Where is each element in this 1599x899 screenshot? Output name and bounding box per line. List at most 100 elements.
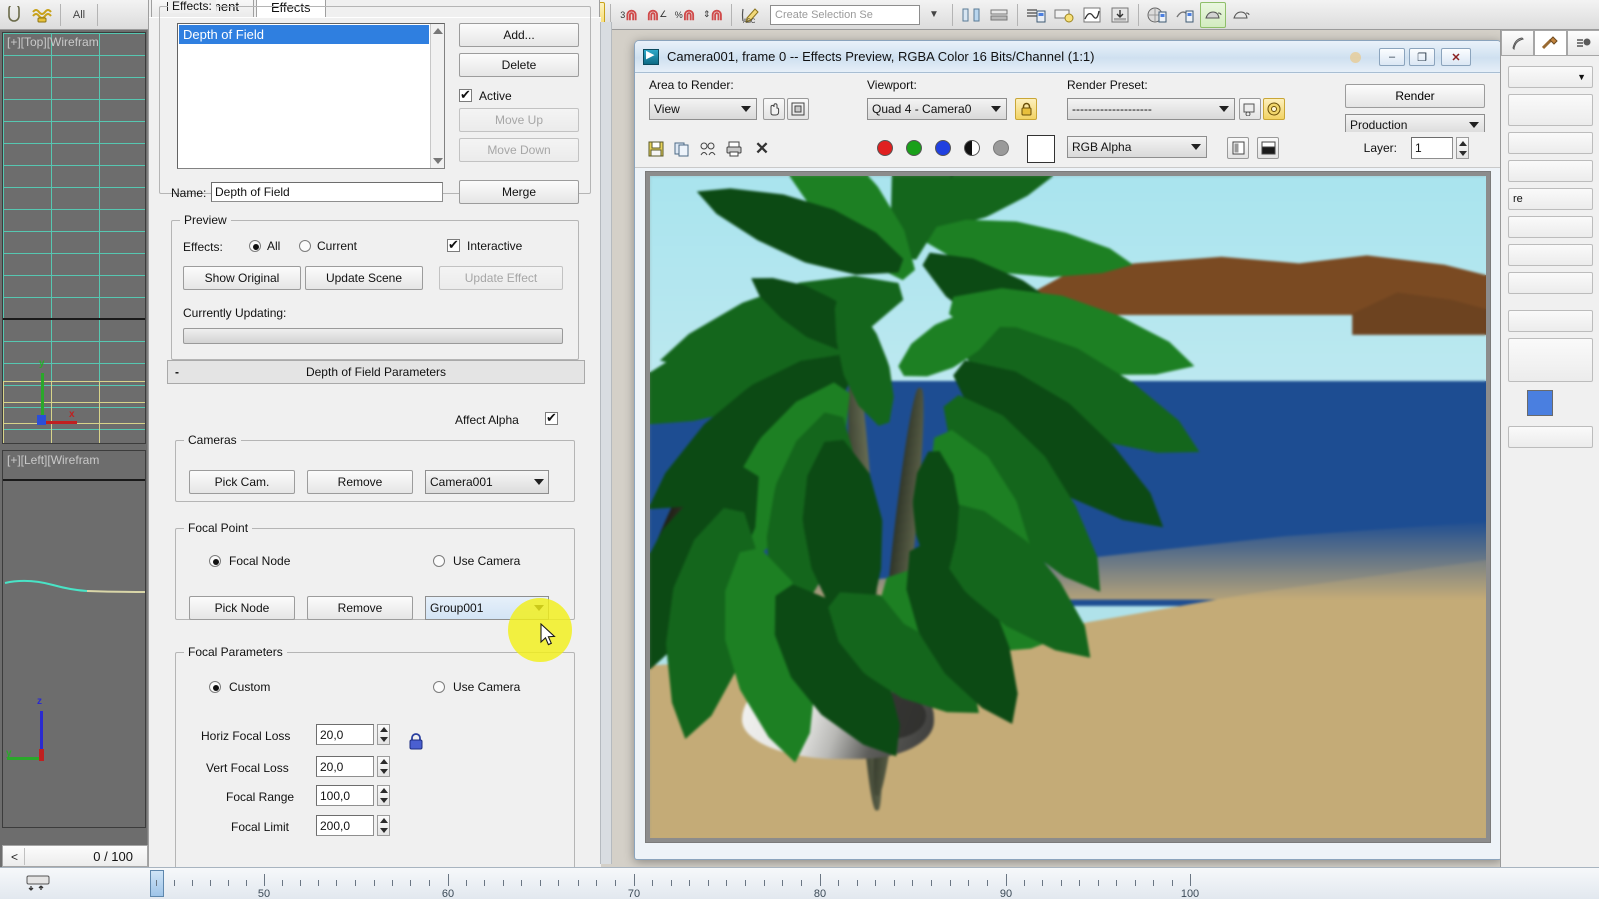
command-panel-row[interactable] — [1508, 244, 1593, 266]
percent-snap-toggle-icon[interactable]: % ⋒ — [672, 2, 698, 28]
mirror-icon[interactable] — [958, 2, 984, 28]
scene-vertical-scrollbar[interactable] — [600, 22, 612, 864]
camera-dropdown[interactable]: Camera001 — [425, 470, 549, 494]
clone-icon[interactable] — [697, 138, 719, 160]
radio-effects-all[interactable] — [249, 240, 261, 252]
snap-toggle-3d-icon[interactable]: 3 ⋒ — [616, 2, 642, 28]
rendered-frame-window-icon[interactable] — [1228, 2, 1254, 28]
chevron-down-icon[interactable] — [534, 479, 544, 485]
active-checkbox[interactable] — [459, 87, 472, 102]
red-channel-toggle[interactable] — [877, 140, 893, 156]
copy-icon[interactable] — [671, 138, 693, 160]
angle-snap-toggle-icon[interactable]: ⋒ ∠ — [644, 2, 670, 28]
modifier-list-dropdown[interactable]: ▼ — [1508, 66, 1593, 88]
print-icon[interactable] — [723, 138, 745, 160]
chevron-down-icon[interactable] — [1469, 122, 1479, 128]
list-item[interactable]: Depth of Field — [179, 25, 429, 44]
radio-focal-use-camera[interactable] — [433, 555, 445, 567]
radio-custom[interactable] — [209, 681, 221, 693]
align-icon[interactable] — [986, 2, 1012, 28]
snaps-toggle-icon[interactable] — [1, 2, 27, 28]
viewport-top[interactable]: y x [+][Top][Wirefram — [2, 32, 146, 444]
layer-input[interactable]: 1 — [1411, 137, 1453, 159]
command-panel-row[interactable] — [1508, 310, 1593, 332]
affect-alpha-checkbox[interactable] — [545, 410, 558, 425]
command-panel-row-labeled[interactable]: re — [1508, 188, 1593, 210]
rollout-collapse-icon[interactable]: - — [175, 365, 179, 379]
focal-limit-input[interactable]: 200,0 — [316, 815, 374, 836]
remove-node-button[interactable]: Remove — [307, 596, 413, 620]
delete-effect-button[interactable]: Delete — [459, 53, 579, 77]
named-selection-sets-icon[interactable]: All — [66, 2, 92, 28]
chevron-down-icon[interactable]: ▼ — [921, 2, 947, 28]
prev-frame-button[interactable]: < — [5, 848, 25, 865]
toggle-ui-overlay-icon[interactable] — [1227, 137, 1249, 159]
chevron-down-icon[interactable] — [534, 605, 544, 611]
show-original-button[interactable]: Show Original — [183, 266, 301, 290]
lock-icon[interactable] — [1015, 98, 1037, 120]
effects-list-scrollbar[interactable] — [430, 24, 444, 168]
clear-x-icon[interactable]: ✕ — [751, 138, 773, 160]
close-button[interactable]: ✕ — [1441, 48, 1471, 66]
move-up-button[interactable]: Move Up — [459, 108, 579, 132]
material-editor-icon[interactable] — [1144, 2, 1170, 28]
scroll-up-icon[interactable] — [432, 28, 443, 34]
modify-tab[interactable] — [1534, 30, 1567, 56]
material-map-browser-icon[interactable] — [1172, 2, 1198, 28]
radio-params-use-camera[interactable] — [433, 681, 445, 693]
alpha-swatch[interactable] — [1027, 135, 1055, 163]
curve-editor-icon[interactable] — [1079, 2, 1105, 28]
channel-dropdown[interactable]: RGB Alpha — [1067, 136, 1207, 158]
light-lister-icon[interactable] — [1051, 2, 1077, 28]
command-panel-row[interactable] — [1508, 216, 1593, 238]
area-to-render-dropdown[interactable]: View — [649, 98, 757, 120]
command-panel-row[interactable] — [1508, 132, 1593, 154]
interactive-checkbox[interactable] — [447, 237, 460, 252]
pick-node-button[interactable]: Pick Node — [189, 596, 295, 620]
radio-focal-node[interactable] — [209, 555, 221, 567]
focal-limit-spinner[interactable] — [377, 815, 390, 836]
viewport-left[interactable]: z y [+][Left][Wirefram — [2, 450, 146, 828]
scroll-down-icon[interactable] — [432, 158, 443, 164]
horiz-focal-loss-input[interactable]: 20,0 — [316, 724, 374, 745]
render-preset-dropdown[interactable]: -------------------- — [1067, 98, 1235, 120]
rendered-image[interactable] — [650, 176, 1486, 838]
horiz-focal-loss-spinner[interactable] — [377, 724, 390, 745]
command-panel-row[interactable] — [1508, 338, 1593, 382]
create-tab[interactable] — [1501, 30, 1534, 56]
minimize-button[interactable]: – — [1379, 48, 1405, 66]
effect-name-input[interactable]: Depth of Field — [211, 182, 443, 202]
viewport-dropdown[interactable]: Quad 4 - Camera0 — [867, 98, 1007, 120]
update-effect-button[interactable]: Update Effect — [439, 266, 563, 290]
vert-focal-loss-input[interactable]: 20,0 — [316, 756, 374, 777]
radio-effects-current[interactable] — [299, 240, 311, 252]
spinner-snap-toggle-icon[interactable]: ⇕ ⋒ — [700, 2, 726, 28]
environment-icon[interactable] — [1263, 98, 1285, 120]
render-window-titlebar[interactable]: Camera001, frame 0 -- Effects Preview, R… — [635, 41, 1501, 73]
toggle-background-icon[interactable] — [1257, 137, 1279, 159]
render-setup-icon[interactable] — [1200, 1, 1226, 28]
add-effect-button[interactable]: Add... — [459, 23, 579, 47]
key-filter-icon[interactable] — [18, 872, 58, 894]
edit-named-selection-sets-icon[interactable]: ABC — [737, 2, 763, 28]
effects-list[interactable]: Depth of Field — [177, 23, 445, 169]
move-down-button[interactable]: Move Down — [459, 138, 579, 162]
color-swatch[interactable] — [1527, 390, 1553, 416]
timeline-ruler[interactable]: 50 60 70 80 90 100 — [148, 868, 1599, 899]
utilities-tab[interactable] — [1567, 30, 1599, 56]
dof-rollout-header[interactable]: - Depth of Field Parameters — [167, 360, 585, 384]
pick-camera-button[interactable]: Pick Cam. — [189, 470, 295, 494]
blue-channel-toggle[interactable] — [935, 140, 951, 156]
mono-channel-toggle[interactable] — [964, 140, 980, 156]
angle-snap-icon[interactable] — [29, 2, 55, 28]
focal-range-spinner[interactable] — [377, 785, 390, 806]
region-select-icon[interactable] — [787, 98, 809, 120]
command-panel-row[interactable] — [1508, 426, 1593, 448]
alpha-channel-toggle[interactable] — [993, 140, 1009, 156]
named-selection-set-input[interactable]: Create Selection Se — [770, 4, 920, 25]
vert-focal-loss-spinner[interactable] — [377, 756, 390, 777]
remove-camera-button[interactable]: Remove — [307, 470, 413, 494]
hand-pan-icon[interactable] — [763, 98, 785, 120]
save-icon[interactable] — [645, 138, 667, 160]
command-panel-row[interactable] — [1508, 272, 1593, 294]
